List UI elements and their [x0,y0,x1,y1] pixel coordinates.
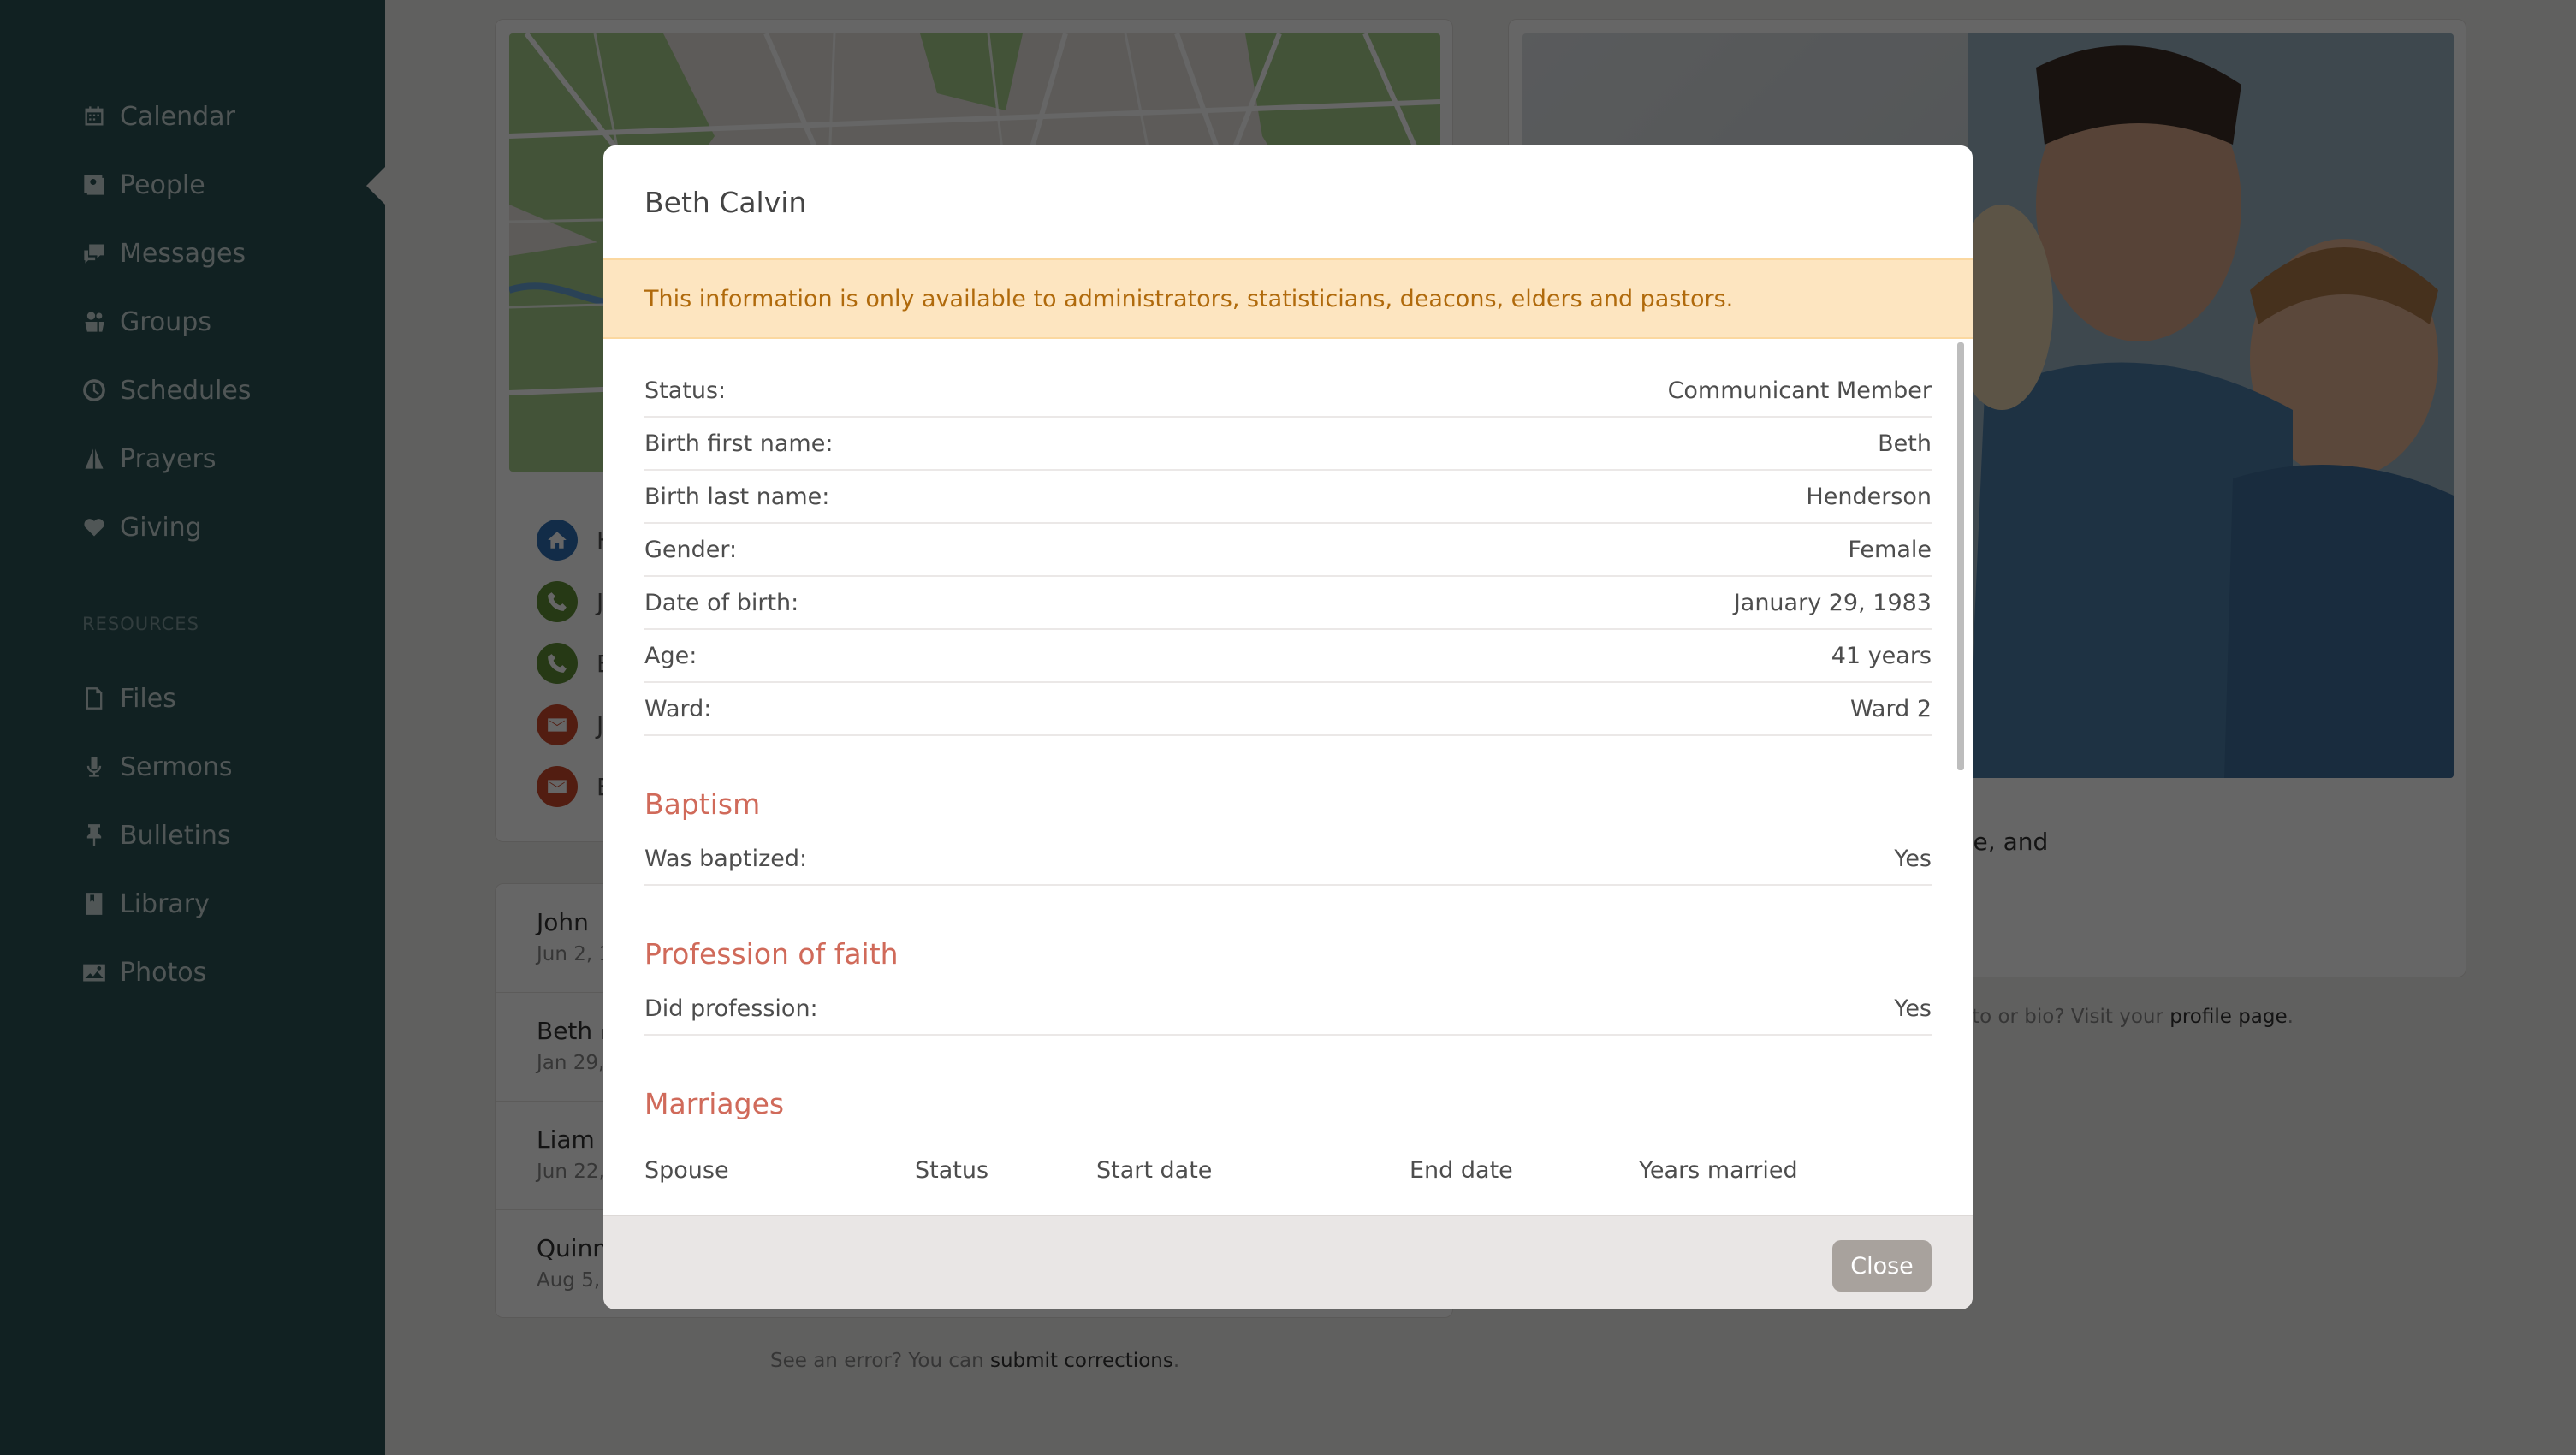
modal-footer: Close [603,1215,1973,1310]
modal-header: Beth Calvin [603,146,1973,258]
marriages-heading: Marriages [644,1087,785,1120]
detail-row-did-profession: Did profession: Yes [644,983,1932,1036]
member-details-list: Status: Communicant Member Birth first na… [644,365,1932,736]
detail-row-date-of-birth: Date of birth: January 29, 1983 [644,577,1932,630]
modal-title: Beth Calvin [644,185,807,219]
detail-row-ward: Ward: Ward 2 [644,683,1932,736]
detail-row-age: Age: 41 years [644,630,1932,683]
member-details-modal: Beth Calvin This information is only ava… [603,146,1973,1310]
detail-row-status: Status: Communicant Member [644,365,1932,418]
detail-row-gender: Gender: Female [644,524,1932,577]
column-start-date: Start date [1096,1156,1213,1184]
marriages-table-header: Spouse Status Start date End date Years … [644,1153,1932,1187]
close-button[interactable]: Close [1832,1240,1932,1292]
restricted-info-alert: This information is only available to ad… [603,258,1973,339]
profession-heading: Profession of faith [644,937,899,971]
detail-row-birth-first-name: Birth first name: Beth [644,418,1932,471]
detail-row-was-baptized: Was baptized: Yes [644,833,1932,886]
modal-scrollbar[interactable] [1957,342,1964,770]
modal-body[interactable]: Status: Communicant Member Birth first na… [603,339,1973,1310]
detail-row-birth-last-name: Birth last name: Henderson [644,471,1932,524]
column-spouse: Spouse [644,1156,729,1184]
column-status: Status [915,1156,989,1184]
baptism-heading: Baptism [644,787,761,821]
column-end-date: End date [1410,1156,1513,1184]
column-years-married: Years married [1639,1156,1798,1184]
alert-text: This information is only available to ad… [644,285,1734,312]
